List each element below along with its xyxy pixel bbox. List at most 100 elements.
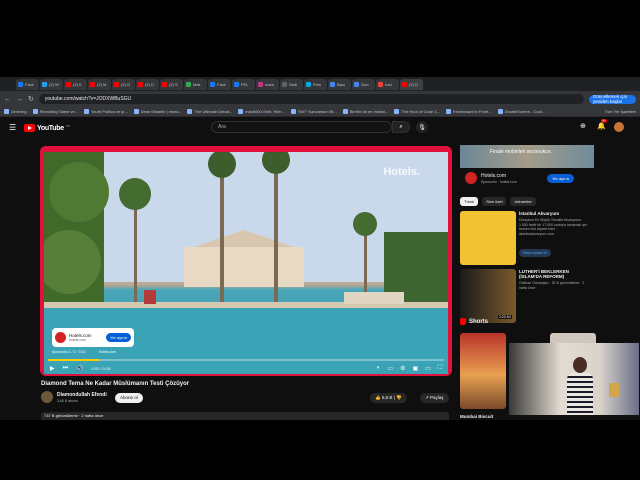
browser-tab[interactable]: (2) G	[112, 78, 135, 90]
bookmark-item[interactable]: Recruiting Talent ve...	[32, 109, 78, 114]
share-button[interactable]: ↗ Paylaş	[420, 393, 449, 403]
recommendation-title[interactable]: İstanbul Akvaryum	[519, 211, 589, 216]
browser-tab[interactable]: (2) M	[88, 78, 111, 90]
microphone-icon[interactable]: 🎙	[416, 121, 428, 133]
browser-tab[interactable]: (2) D	[400, 78, 423, 90]
bookmark-item[interactable]: The Hour of Code 2...	[394, 109, 440, 114]
bookmark-item[interactable]: Youth Politics ve ip...	[83, 109, 128, 114]
channel-avatar[interactable]	[41, 391, 53, 403]
recommendation-ad[interactable]: İstanbul Akvaryum Dünyanın En Büyük Tema…	[460, 211, 594, 265]
person-body	[567, 373, 593, 415]
ad-card[interactable]: Hotels.com hotels.com Yer ayırın	[52, 328, 134, 347]
recommendation-video[interactable]: 2:22:54 LUTHER'İ BEKLERKEN (İSLAM'DA REF…	[460, 269, 594, 323]
autoplay-toggle-icon[interactable]: ◐	[377, 365, 381, 372]
bookmark-item[interactable]: Feldenwant in Front...	[445, 109, 492, 114]
ad-url[interactable]: hotels.com	[99, 350, 116, 354]
browser-tab[interactable]: Goo	[352, 78, 375, 90]
video-frame[interactable]: Hotels. Hotels.com hotels.com Yer ayırın…	[44, 152, 448, 374]
chip-for-you[interactable]: Size özel	[482, 197, 507, 206]
video-title: Diamond Tema Ne Kadar Müslümanın Testi Ç…	[41, 381, 190, 387]
bookmark-item[interactable]: mac6000-Shirt, Hilm...	[238, 109, 285, 114]
bookmark-icon	[4, 109, 9, 114]
browser-tab[interactable]: Mak	[184, 78, 207, 90]
browser-tab[interactable]: Bazı	[328, 78, 351, 90]
subscribe-button[interactable]: Abone ol	[115, 393, 143, 403]
bookmark-item[interactable]: "Bil?" Kanvamanı Bi...	[290, 109, 337, 114]
sponsor-book-button[interactable]: Yer ayırın	[547, 174, 574, 183]
bookmark-icon	[497, 109, 503, 114]
fullscreen-icon[interactable]: ⛶	[438, 365, 442, 372]
tab-favicon-icon	[210, 81, 215, 87]
browser-tab[interactable]: (2) W	[40, 78, 63, 90]
theater-mode-icon[interactable]: ▭	[425, 365, 431, 372]
sidebar-ad-banner[interactable]: Finale mobinleri sezonukce.	[460, 145, 594, 168]
play-icon[interactable]: ▶	[50, 365, 55, 372]
search-input[interactable]: Ara	[211, 121, 392, 133]
all-bookmarks-link[interactable]: Tüm Yer İşaretleri	[605, 109, 640, 114]
chip-all[interactable]: Tümü	[460, 197, 479, 206]
browser-tab[interactable]: FEL	[232, 78, 255, 90]
recommendation-thumbnail[interactable]	[460, 211, 516, 265]
webcam-person	[567, 357, 593, 415]
tab-label: Insta	[265, 81, 274, 87]
browser-tab[interactable]: (2) S	[160, 78, 183, 90]
bookmark-item[interactable]: DoubleScreen - Cool...	[497, 109, 546, 114]
browser-tab[interactable]: Sedi	[280, 78, 303, 90]
create-video-icon[interactable]: ⊕	[580, 122, 586, 130]
tab-favicon-icon	[306, 81, 311, 87]
tab-label: (2) K	[73, 81, 82, 87]
short-title[interactable]: Mumbai Biscuit	[460, 414, 493, 419]
bookmark-item[interactable]: The Ultimate Debat...	[187, 109, 232, 114]
back-icon[interactable]: ←	[4, 96, 11, 103]
bookmark-icon	[187, 109, 193, 114]
bookmark-label: DoubleScreen - Cool...	[504, 109, 546, 114]
bookmark-item[interactable]: Dean Minarlle | meav...	[133, 109, 181, 114]
channel-name[interactable]: Diamondullah Efendi	[57, 392, 107, 398]
chip-watched[interactable]: İzlenenler	[510, 197, 536, 206]
tab-favicon-icon	[330, 81, 335, 87]
miniplayer-icon[interactable]: ▣	[412, 365, 418, 372]
tab-favicon-icon	[66, 81, 71, 87]
like-count: 5,6 B	[381, 395, 393, 400]
tab-label: (2) M	[97, 81, 107, 87]
reload-icon[interactable]: ↻	[28, 95, 34, 103]
progress-fill	[48, 359, 100, 361]
update-button[interactable]: Güncellemek için yeniden başlat	[588, 94, 636, 104]
browser-tab[interactable]: Face	[16, 78, 39, 90]
like-button[interactable]: 👍 5,6 B | 👎	[370, 393, 407, 403]
tab-label: Mak	[193, 81, 201, 87]
views-and-date[interactable]: 737 B görüntüleme · 2 hafta önce	[41, 412, 449, 420]
account-avatar[interactable]	[614, 122, 624, 132]
youtube-logo[interactable]: YouTube TR	[24, 124, 70, 132]
browser-tab[interactable]: Insta	[256, 78, 279, 90]
browser-tab[interactable]: rum	[376, 78, 399, 90]
shorts-label: Shorts	[469, 318, 489, 325]
search-icon[interactable]: ⌕	[392, 121, 410, 133]
browser-tab[interactable]: (2) K	[64, 78, 87, 90]
bookmark-icon	[342, 109, 348, 114]
bookmark-item[interactable]: Ordering	[4, 109, 27, 114]
browser-tab[interactable]: Face	[208, 78, 231, 90]
youtube-header: ☰ YouTube TR Ara ⌕ 🎙 ⊕ 🔔 9+	[0, 118, 640, 138]
book-now-button[interactable]: Yer ayırın	[106, 333, 131, 342]
hamburger-menu-icon[interactable]: ☰	[9, 123, 16, 132]
notifications-bell-icon[interactable]: 🔔	[597, 122, 606, 130]
video-player[interactable]: Hotels. Hotels.com hotels.com Yer ayırın…	[40, 146, 452, 376]
forward-icon[interactable]: →	[16, 96, 23, 103]
tab-label: Goo	[361, 81, 369, 87]
bookmark-item[interactable]: Birebir da en İmekki...	[342, 109, 388, 114]
subtitles-icon[interactable]: ▭	[387, 365, 393, 372]
bookmark-icon	[32, 109, 38, 114]
url-input[interactable]: youtube.com/watch?v=JODXWBuSGU	[38, 94, 584, 104]
short-thumbnail[interactable]	[460, 333, 506, 409]
browser-tab[interactable]: (2) D	[136, 78, 159, 90]
settings-icon[interactable]: ⚙	[400, 365, 405, 372]
recommendation-title[interactable]: LUTHER'İ BEKLERKEN (İSLAM'DA REFORM)	[519, 269, 589, 279]
volume-icon[interactable]: 🔊	[76, 365, 83, 372]
tab-label: (2) W	[49, 81, 59, 87]
visit-site-button[interactable]: Siteyi ziyaret et	[519, 249, 551, 257]
next-icon[interactable]: ⏭	[63, 365, 68, 372]
progress-bar[interactable]	[48, 359, 444, 361]
browser-tab[interactable]: Prim	[304, 78, 327, 90]
subscriber-count: 3,65 B abone	[57, 399, 78, 403]
